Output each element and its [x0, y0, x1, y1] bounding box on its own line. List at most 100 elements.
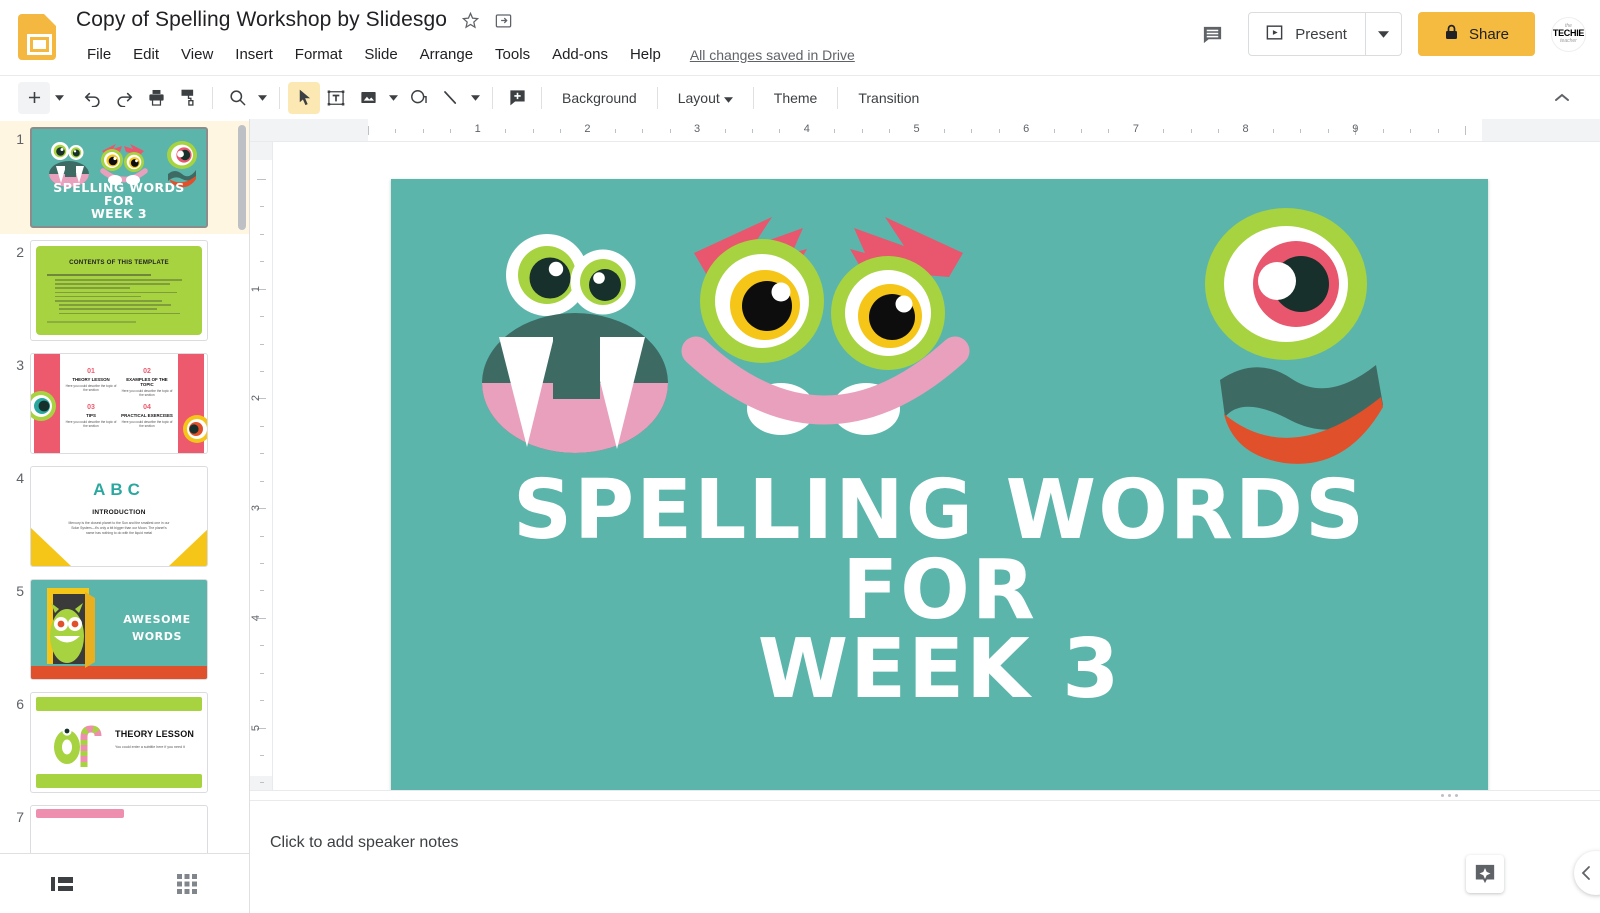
filmstrip-scrollbar[interactable] — [238, 125, 246, 230]
ruler-minor-tick — [1300, 129, 1302, 133]
background-button[interactable]: Background — [550, 84, 649, 112]
list-item[interactable]: 1 SPELLING WORDS FOR WEEK 3 — [0, 121, 249, 234]
layout-caret-icon — [723, 90, 733, 106]
toolbar-divider — [212, 86, 213, 109]
slide-title-block[interactable]: SPELLING WORDS FOR WEEK 3 — [391, 470, 1488, 711]
avatar[interactable]: the TECHIE teacher — [1551, 16, 1586, 52]
chevron-left-icon[interactable] — [1574, 851, 1600, 895]
menu-insert[interactable]: Insert — [224, 43, 284, 66]
zoom-caret-icon[interactable] — [253, 82, 271, 114]
menu-format[interactable]: Format — [284, 43, 354, 66]
list-item[interactable]: 7 — [0, 799, 249, 853]
ruler-minor-tick — [861, 129, 863, 133]
layout-button[interactable]: Layout — [666, 84, 745, 112]
comment-icon[interactable] — [1192, 14, 1232, 54]
menu-arrange[interactable]: Arrange — [409, 43, 484, 66]
share-button[interactable]: Share — [1417, 12, 1535, 56]
undo-icon[interactable] — [76, 82, 108, 114]
slide-stage[interactable]: SPELLING WORDS FOR WEEK 3 — [273, 142, 1600, 790]
ruler-minor-tick — [998, 129, 1000, 133]
menu-edit[interactable]: Edit — [122, 43, 170, 66]
thumb3-body-03: Here you could describe the topic of the… — [65, 419, 117, 428]
list-item[interactable]: 5 AWESOME WORDS — [0, 573, 249, 686]
present-button[interactable]: Present — [1249, 13, 1365, 55]
theme-button[interactable]: Theme — [762, 84, 830, 112]
grid-view-icon[interactable] — [169, 866, 205, 902]
image-caret-icon[interactable] — [384, 82, 402, 114]
ruler-minor-tick — [422, 129, 424, 133]
horizontal-ruler[interactable]: 1 2 3 4 5 6 7 8 9 — [250, 119, 1600, 142]
transition-button[interactable]: Transition — [846, 84, 931, 112]
notes-grip-dots — [1441, 794, 1458, 797]
ruler-minor-tick — [1273, 129, 1275, 133]
ruler-minor-tick — [779, 129, 781, 133]
document-title[interactable]: Copy of Spelling Workshop by Slidesgo — [76, 8, 447, 32]
vruler-minor-tick — [260, 562, 264, 564]
current-slide[interactable]: SPELLING WORDS FOR WEEK 3 — [391, 179, 1488, 790]
filmstrip-scroll-container[interactable]: 1 SPELLING WORDS FOR WEEK 3 2 CONTENTS O… — [0, 119, 249, 853]
slide-thumbnail-2[interactable]: CONTENTS OF THIS TEMPLATE — [30, 240, 208, 341]
vruler-label: 3 — [250, 505, 263, 512]
list-item[interactable]: 3 01 THEORY LESSON Here you could descri… — [0, 347, 249, 460]
slide-thumbnail-5[interactable]: AWESOME WORDS — [30, 579, 208, 680]
line-caret-icon[interactable] — [466, 82, 484, 114]
ruler-minor-tick — [751, 129, 753, 133]
save-status[interactable]: All changes saved in Drive — [690, 47, 855, 63]
vruler-minor-tick — [260, 782, 264, 784]
present-play-icon — [1265, 23, 1284, 46]
move-to-folder-icon[interactable] — [494, 11, 513, 30]
toolbar-divider-5 — [656, 86, 658, 109]
print-icon[interactable] — [140, 82, 172, 114]
image-icon[interactable] — [352, 82, 384, 114]
thumb4-heading: INTRODUCTION — [92, 509, 146, 516]
menu-tools[interactable]: Tools — [484, 43, 541, 66]
slide-thumbnail-4[interactable]: ABC INTRODUCTION Mercury is the closest … — [30, 466, 208, 567]
list-item[interactable]: 4 ABC INTRODUCTION Mercury is the closes… — [0, 460, 249, 573]
thumb3-num-04: 04 — [143, 403, 151, 411]
menu-help[interactable]: Help — [619, 43, 672, 66]
vruler-minor-tick — [260, 480, 264, 482]
thumb3-num-02: 02 — [143, 368, 151, 375]
speaker-notes-pane[interactable]: Click to add speaker notes — [250, 800, 1600, 913]
ruler-label: 8 — [1242, 123, 1249, 135]
vertical-ruler[interactable]: 1 2 3 4 5 — [250, 142, 273, 811]
thumb5-line2: WORDS — [131, 629, 182, 643]
list-item[interactable]: 2 CONTENTS OF THIS TEMPLATE — [0, 234, 249, 347]
slide-thumbnail-3[interactable]: 01 THEORY LESSON Here you could describe… — [30, 353, 208, 454]
slide-number: 1 — [16, 131, 24, 147]
thumb4-body: Mercury is the closest planet to the Sun… — [68, 521, 170, 536]
shape-icon[interactable] — [402, 82, 434, 114]
chevron-up-icon[interactable] — [1548, 84, 1576, 112]
add-slide-icon[interactable] — [18, 81, 50, 114]
ruler-label: 7 — [1132, 123, 1139, 135]
explore-sparkle-icon[interactable] — [1466, 855, 1504, 893]
ruler-minor-tick — [559, 129, 561, 133]
star-outline-icon[interactable] — [461, 11, 480, 30]
ruler-minor-tick — [642, 129, 644, 133]
menu-addons[interactable]: Add-ons — [541, 43, 619, 66]
notes-resize-divider[interactable] — [250, 790, 1600, 800]
menu-view[interactable]: View — [170, 43, 224, 66]
ruler-label: 9 — [1352, 123, 1359, 135]
add-comment-icon[interactable] — [501, 82, 533, 114]
slide-filmstrip: 1 SPELLING WORDS FOR WEEK 3 2 CONTENTS O… — [0, 119, 250, 913]
slide-thumbnail-6[interactable]: THEORY LESSON You could enter a subtitle… — [30, 692, 208, 793]
add-slide-caret-icon[interactable] — [50, 82, 68, 114]
paint-format-icon[interactable] — [172, 82, 204, 114]
filmstrip-view-icon[interactable] — [44, 866, 80, 902]
thumb3-num-01: 01 — [87, 368, 95, 375]
slide-thumbnail-7[interactable] — [30, 805, 208, 853]
present-dropdown-caret[interactable] — [1364, 13, 1401, 55]
slide-thumbnail-1[interactable]: SPELLING WORDS FOR WEEK 3 — [30, 127, 208, 228]
slide-number: 5 — [16, 583, 24, 599]
menu-slide[interactable]: Slide — [353, 43, 408, 66]
line-icon[interactable] — [434, 82, 466, 114]
text-box-icon[interactable] — [320, 82, 352, 114]
list-item[interactable]: 6 THEORY LESSON You could enter a subtit… — [0, 686, 249, 799]
redo-icon[interactable] — [108, 82, 140, 114]
select-arrow-icon[interactable] — [288, 81, 320, 114]
vruler-label: 4 — [250, 614, 263, 621]
ruler-minor-tick — [971, 129, 973, 133]
zoom-icon[interactable] — [221, 82, 253, 114]
menu-file[interactable]: File — [76, 43, 122, 66]
